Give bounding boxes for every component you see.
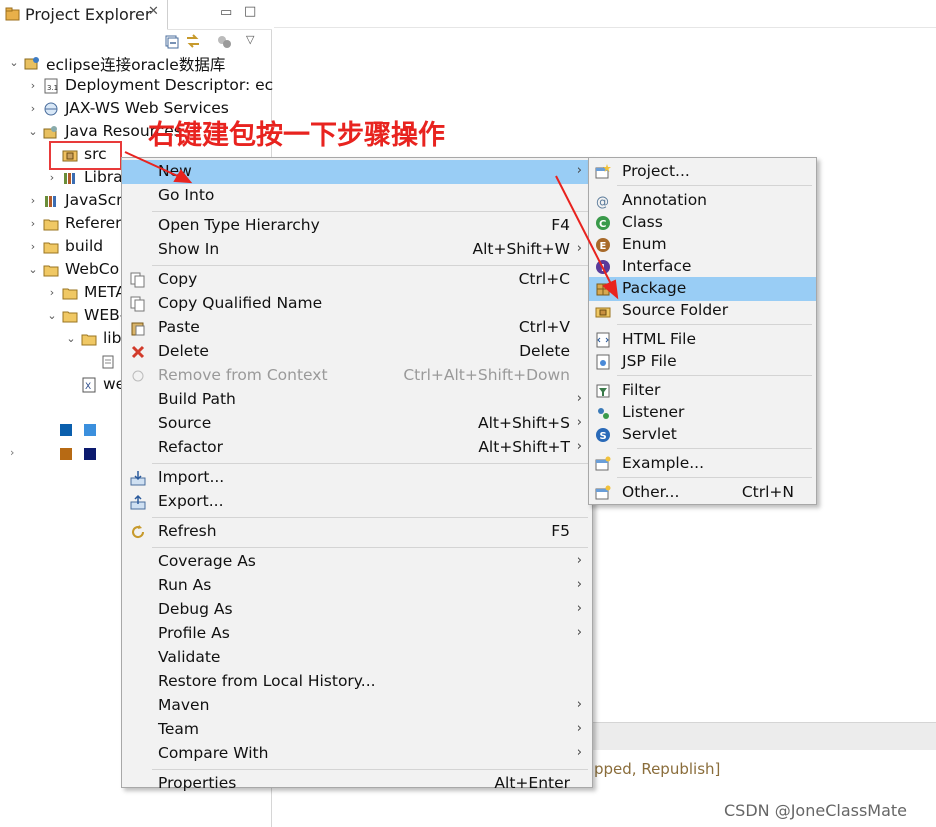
annotation-arrows xyxy=(124,151,619,300)
arrow-to-package xyxy=(555,175,619,300)
arrow-to-new xyxy=(124,151,193,184)
